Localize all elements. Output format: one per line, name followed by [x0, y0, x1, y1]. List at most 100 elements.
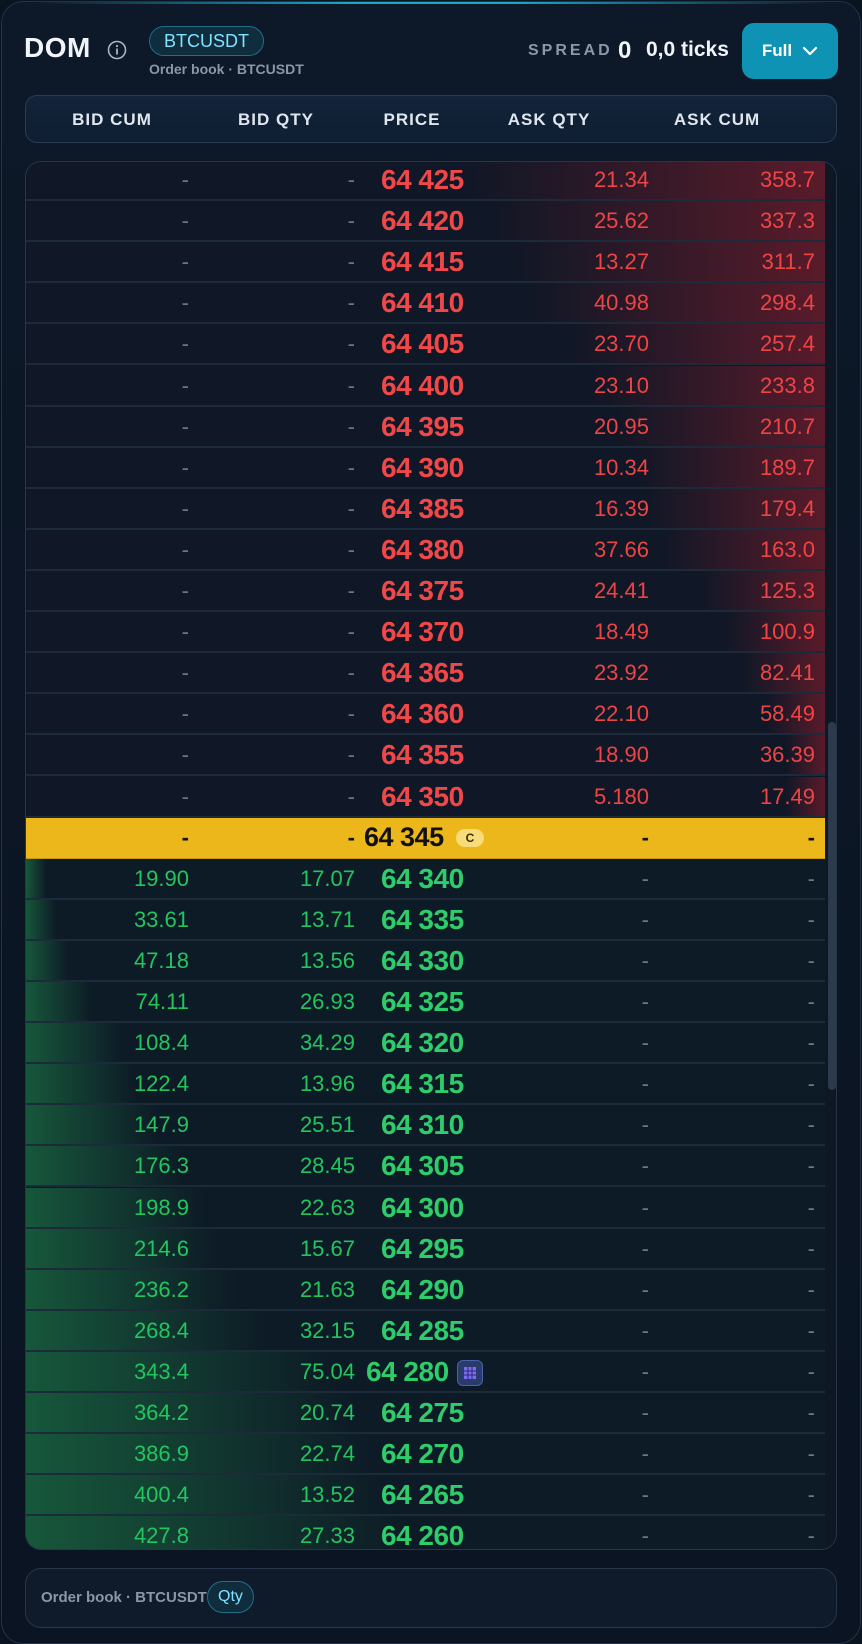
price-cell[interactable]: 64 355 — [381, 735, 501, 774]
ask-row[interactable]: - -64 420 25.62 337.3 — [26, 201, 825, 243]
bid-qty-cell: - — [347, 495, 355, 521]
bid-row[interactable]: 386.9 22.74 64 270 - - — [26, 1434, 825, 1476]
ask-row[interactable]: - -64 390 10.34 189.7 — [26, 447, 825, 489]
price-cell[interactable]: 64 325 — [381, 982, 501, 1021]
bid-row[interactable]: 198.9 22.63 64 300 - - — [26, 1187, 825, 1229]
price-cell[interactable]: 64 395 — [381, 407, 501, 446]
ask-qty-cell: - — [641, 824, 649, 850]
price-cell[interactable]: 64 270 — [381, 1434, 501, 1473]
symbol-badge[interactable]: BTCUSDT — [149, 26, 264, 56]
ladder-scrollbar[interactable] — [826, 162, 836, 1549]
scrollbar-thumb[interactable] — [828, 722, 836, 1090]
price-cell[interactable]: 64 370 — [381, 612, 501, 651]
bid-row[interactable]: 343.4 75.04 64 280- - — [26, 1351, 825, 1393]
header-bid-qty[interactable]: BID QTY — [231, 110, 321, 130]
price-cell[interactable]: 64 260 — [381, 1516, 501, 1549]
price-cell[interactable]: 64 350 — [381, 777, 501, 816]
bid-row[interactable]: 122.4 13.96 64 315 - - — [26, 1064, 825, 1106]
ask-row[interactable]: - -64 415 13.27 311.7 — [26, 242, 825, 284]
bid-cum-cell: - — [181, 701, 189, 727]
header-ask-cum[interactable]: ASK CUM — [667, 110, 767, 130]
ask-row[interactable]: - - 64 425 21.34 358.7 — [26, 162, 825, 201]
ask-row[interactable]: - -64 410 40.98 298.4 — [26, 283, 825, 325]
price-cell[interactable]: 64 265 — [381, 1475, 501, 1514]
ask-row[interactable]: - -64 395 20.95 210.7 — [26, 406, 825, 448]
info-icon[interactable] — [107, 40, 127, 60]
price-cell[interactable]: 64 415 — [381, 242, 501, 281]
ask-row[interactable]: - -64 405 23.70 257.4 — [26, 324, 825, 366]
bid-cum-cell: - — [181, 290, 189, 316]
bid-row[interactable]: 364.2 20.74 64 275 - - — [26, 1393, 825, 1434]
bid-row[interactable]: 74.11 26.93 64 325 - - — [26, 982, 825, 1023]
ask-cum-cell: - — [807, 865, 815, 891]
price-cell[interactable]: 64 380 — [381, 530, 501, 569]
bid-row[interactable]: 236.2 21.63 64 290 - - — [26, 1269, 825, 1311]
bid-cum-cell: - — [181, 167, 189, 192]
bid-qty-cell: 17.07 — [299, 865, 355, 891]
ask-qty-cell: - — [641, 1194, 649, 1220]
ask-row[interactable]: - -64 380 37.66 163.0 — [26, 529, 825, 571]
header-price[interactable]: PRICE — [381, 110, 443, 130]
bid-qty-cell: 21.63 — [299, 1276, 355, 1302]
price-cell[interactable]: 64 300 — [381, 1188, 501, 1227]
price-cell[interactable]: 64 285 — [381, 1311, 501, 1350]
price-cell[interactable]: 64 390 — [381, 448, 501, 487]
bid-row[interactable]: 400.4 13.52 64 265 - - — [26, 1475, 825, 1517]
price-cell[interactable]: 64 340 — [381, 859, 501, 898]
bid-row[interactable]: 33.61 13.71 64 335 - - — [26, 899, 825, 941]
price-cell[interactable]: 64 410 — [381, 283, 501, 322]
order-book-ladder[interactable]: - -64 425 21.34 358.7- -64 420 25.62 337.3- -64… — [25, 161, 837, 1550]
footer-label: Order book · BTCUSDT — [41, 1589, 207, 1606]
ask-qty-cell: 23.10 — [593, 372, 649, 398]
grid-icon[interactable] — [457, 1359, 483, 1386]
ask-row[interactable]: - -64 355 18.90 36.39 — [26, 735, 825, 777]
ask-row[interactable]: - -64 350 5.180 17.49 — [26, 776, 825, 818]
bid-qty-cell: - — [347, 536, 355, 562]
price-cell[interactable]: 64 425 — [381, 162, 501, 199]
header-ask-qty[interactable]: ASK QTY — [504, 110, 594, 130]
price-cell[interactable]: 64 330 — [381, 941, 501, 980]
header-bid-cum[interactable]: BID CUM — [66, 110, 158, 130]
bid-qty-cell: 13.52 — [299, 1482, 355, 1508]
ask-row[interactable]: - -64 385 16.39 179.4 — [26, 488, 825, 530]
ask-row[interactable]: - - 64 375 24.41 125.3 — [26, 571, 825, 612]
bid-cum-cell: - — [181, 824, 189, 850]
last-price-row[interactable]: - -64 345- - C — [26, 817, 825, 859]
qty-mode-chip[interactable]: Qty — [207, 1581, 254, 1613]
price-cell[interactable]: 64 335 — [381, 900, 501, 939]
bid-row[interactable]: 214.6 15.67 64 295 - - — [26, 1228, 825, 1270]
price-cell[interactable]: 64 315 — [381, 1064, 501, 1103]
bid-row[interactable]: 427.8 27.33 64 260 - - — [26, 1516, 825, 1549]
bid-cum-cell: - — [181, 783, 189, 809]
bid-row[interactable]: 147.9 25.51 64 310 - - — [26, 1105, 825, 1147]
bid-cum-cell: - — [181, 619, 189, 645]
price-cell[interactable]: 64 295 — [381, 1229, 501, 1268]
ask-row[interactable]: - -64 400 23.10 233.8 — [26, 365, 825, 407]
price-cell[interactable]: 64 360 — [381, 694, 501, 733]
price-cell[interactable]: 64 320 — [381, 1023, 501, 1062]
bid-row[interactable]: 176.3 28.45 64 305 - - — [26, 1146, 825, 1188]
ask-qty-cell: 5.180 — [593, 783, 649, 809]
price-cell[interactable]: 64 375 — [381, 571, 501, 610]
mode-dropdown-button[interactable]: Full — [742, 23, 838, 79]
price-cell[interactable]: 64 385 — [381, 489, 501, 528]
bid-row[interactable]: 47.18 13.56 64 330 - - — [26, 940, 825, 982]
ask-qty-cell: - — [641, 1400, 649, 1425]
price-cell[interactable]: 64 310 — [381, 1105, 501, 1144]
price-cell[interactable]: 64 305 — [381, 1146, 501, 1185]
price-cell[interactable]: 64 420 — [381, 201, 501, 240]
price-cell[interactable]: 64 365 — [381, 653, 501, 692]
price-cell[interactable]: 64 275 — [381, 1393, 501, 1432]
chevron-down-icon — [802, 41, 818, 61]
ask-row[interactable]: - -64 365 23.92 82.41 — [26, 653, 825, 695]
price-cell[interactable]: 64 290 — [381, 1270, 501, 1309]
bid-row[interactable]: 19.90 17.07 64 340 - - — [26, 858, 825, 900]
bid-qty-cell: - — [347, 413, 355, 439]
price-cell[interactable]: 64 405 — [381, 324, 501, 363]
price-cell[interactable]: 64 400 — [381, 366, 501, 405]
bid-row[interactable]: 268.4 32.15 64 285 - - — [26, 1310, 825, 1352]
bid-depth-bar — [26, 1023, 123, 1063]
ask-row[interactable]: - -64 360 22.10 58.49 — [26, 694, 825, 736]
bid-row[interactable]: 108.4 34.29 64 320 - - — [26, 1023, 825, 1065]
ask-row[interactable]: - -64 370 18.49 100.9 — [26, 612, 825, 654]
